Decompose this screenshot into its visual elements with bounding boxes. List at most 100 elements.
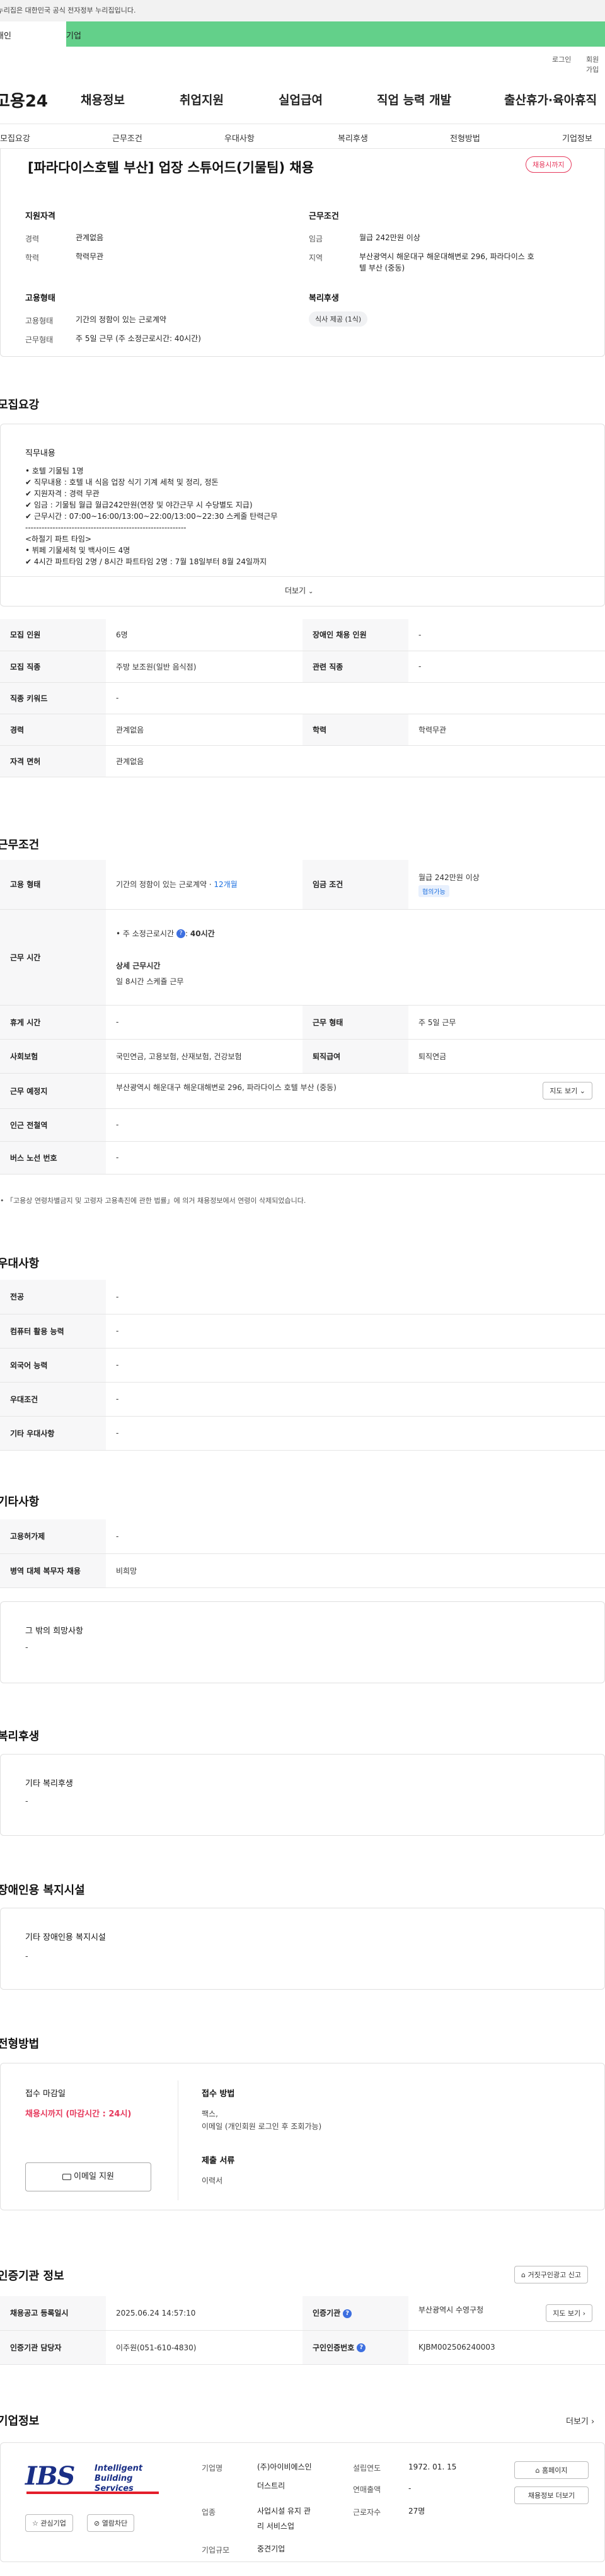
mail-icon (62, 2173, 72, 2180)
method-value-2: 이메일 (개인회원 로그인 후 조회가능) (202, 2122, 322, 2131)
gov-notice: 이 누리집은 대한민국 공식 전자정부 누리집입니다. (0, 6, 136, 15)
job-desc-line: ----------------------------------------… (25, 523, 187, 532)
divider (1, 576, 604, 577)
star-icon: ☆ (32, 2519, 38, 2527)
region-value-line1: 부산광역시 해운대구 해운대해변로 296, 파라다이스 호 (359, 252, 534, 261)
block-view-button[interactable]: ⊘ 열람차단 (87, 2514, 135, 2532)
job-desc-title: 직무내용 (25, 449, 55, 458)
employment-type-value: 기간의 정함이 있는 근로계약 (76, 315, 166, 324)
top-tabs: 개인 기업 (0, 21, 605, 47)
welfare-box-value: - (25, 1797, 28, 1806)
homepage-button[interactable]: ⌂ 홈페이지 (514, 2461, 589, 2479)
company-size-label: 기업규모 (202, 2546, 230, 2555)
welfare-section-heading: 복리후생 (0, 1730, 40, 1743)
company-name-line1: (주)아이비에스인 (257, 2463, 312, 2471)
work-form-label: 근무형태 (25, 335, 54, 344)
agency-map-button[interactable]: 지도 보기 › (546, 2304, 592, 2322)
help-icon[interactable]: ? (343, 2309, 352, 2318)
other-heading: 기타사항 (0, 1495, 40, 1509)
staff-value: 27명 (408, 2507, 425, 2515)
recruit-table: 모집 인원 6명 장애인 채용 인원 - 모집 직종 주방 보조원(일반 음식점) 관련 … (0, 619, 605, 777)
gnb-item-training[interactable]: 직업 능력 개발 (377, 91, 451, 108)
table-row: 근무 예정지 부산광역시 해운대구 해운대해변로 296, 파라다이스 호텔 부… (0, 1073, 605, 1109)
selection-heading: 전형방법 (0, 2038, 40, 2051)
gnb-item-jobs[interactable]: 채용정보 (81, 91, 125, 108)
table-row: 직종 키워드 - (0, 682, 605, 714)
global-nav: 고용24 채용정보 취업지원 실업급여 직업 능력 개발 출산휴가·육아휴직 (0, 82, 605, 115)
other-box (0, 1601, 605, 1683)
subnav-conditions[interactable]: 근무조건 (112, 132, 142, 144)
email-apply-button[interactable]: 이메일 지원 (25, 2162, 151, 2191)
help-icon[interactable]: ? (176, 929, 186, 938)
subnav-company[interactable]: 기업정보 (562, 132, 592, 144)
job-desc-line: • 뷔페 기물세척 및 백사이드 4명 (25, 546, 130, 555)
employment-heading: 고용형태 (25, 294, 55, 303)
subnav-preference[interactable]: 우대사항 (224, 132, 255, 144)
help-icon[interactable]: ? (357, 2343, 366, 2352)
table-row: 인증기관 담당자 이주원(051-610-4830) 구인인증번호? KJBM0025… (0, 2330, 605, 2365)
site-logo[interactable]: 고용24 (0, 88, 48, 112)
table-row: 사회보험 국민연금, 고용보험, 산재보험, 건강보험 퇴직급여 퇴직연금 (0, 1039, 605, 1074)
table-row: 외국어 능력 - (0, 1348, 605, 1383)
home-icon: ⌂ (521, 2271, 526, 2279)
gnb-item-unemployment[interactable]: 실업급여 (279, 91, 323, 108)
company-size-value: 중견기업 (257, 2544, 285, 2553)
disabled-heading: 장애인용 복지시설 (0, 1884, 85, 1897)
gnb-item-leave[interactable]: 출산휴가·육아휴직 (504, 91, 597, 108)
deadline-value: 채용시까지 (마감시간 : 24시) (25, 2109, 132, 2119)
map-button[interactable]: 지도 보기 ⌄ (543, 1082, 592, 1099)
table-row: 컴퓨터 활용 능력 - (0, 1314, 605, 1349)
job-title: [파라다이스호텔 부산] 업장 스튜어드(기물팀) 채용 (28, 160, 314, 175)
other-box-value: - (25, 1643, 28, 1652)
welfare-heading: 복리후생 (309, 294, 339, 303)
join-link[interactable]: 회원가입 (586, 54, 605, 74)
company-jobs-button[interactable]: 채용정보 더보기 (514, 2486, 589, 2504)
docs-title: 제출 서류 (202, 2156, 235, 2166)
method-title: 접수 방법 (202, 2089, 235, 2099)
table-row: 병역 대체 복무자 채용 비희망 (0, 1553, 605, 1588)
industry-line2: 리 서비스업 (257, 2522, 295, 2531)
tab-enterprise[interactable]: 기업 (66, 21, 605, 47)
education-label: 학력 (25, 253, 40, 262)
welfare-box-title: 기타 복리후생 (25, 1779, 73, 1789)
job-desc-line: ✔ 지원자격 : 경력 무관 (25, 489, 100, 498)
education-value: 학력무관 (76, 252, 104, 261)
established-label: 설립연도 (353, 2464, 381, 2473)
subnav-recruit[interactable]: 모집요강 (0, 132, 30, 144)
recruit-heading: 모집요강 (0, 398, 40, 412)
job-desc-line: ✔ 4시간 파트타임 2명 / 8시간 파트타임 2명 : 7월 18일부터 8… (25, 557, 267, 566)
table-row: 기타 우대사항 - (0, 1416, 605, 1451)
region-label: 지역 (309, 253, 323, 262)
qualification-heading: 지원자격 (25, 212, 55, 221)
negotiable-chip: 협의가능 (418, 885, 449, 897)
login-link[interactable]: 로그인 (552, 54, 571, 64)
disabled-box (0, 1908, 605, 1990)
gov-notice-bar: 이 누리집은 대한민국 공식 전자정부 누리집입니다. (0, 0, 605, 21)
company-more-link[interactable]: 더보기 › (566, 2415, 594, 2427)
job-desc-line: ✔ 직무내용 : 호텔 내 식음 업장 식기 기계 세척 및 정리, 정돈 (25, 478, 219, 487)
job-desc-line: <하절기 파트 타임> (25, 535, 92, 543)
age-note: • 「고용상 연령차별금지 및 고령자 고용촉진에 관한 법률」에 의거 채용정… (0, 1197, 306, 1205)
interest-company-button[interactable]: ☆ 관심기업 (25, 2514, 73, 2532)
table-row: 인근 전철역 - (0, 1108, 605, 1142)
disabled-box-value: - (25, 1952, 28, 1961)
subnav-welfare[interactable]: 복리후생 (338, 132, 368, 144)
agency-heading: 인증기관 정보 (0, 2270, 64, 2283)
company-logo: IBS Intelligent Building Services (25, 2461, 170, 2505)
gnb-item-employment-support[interactable]: 취업지원 (180, 91, 224, 108)
subnav-selection[interactable]: 전형방법 (450, 132, 480, 144)
meal-chip: 식사 제공 (1식) (309, 311, 368, 327)
report-fake-ad-button[interactable]: ⌂ 거짓구인광고 신고 (514, 2266, 588, 2283)
conditions-heading: 근무조건 (309, 212, 339, 221)
job-desc-line: ✔ 임금 : 기물팀 월급 월급242만원(연장 및 야간근무 시 수당별도 지… (25, 501, 253, 509)
home-icon: ⌂ (535, 2466, 540, 2474)
wage-label: 임금 (309, 235, 323, 243)
career-label: 경력 (25, 235, 40, 243)
more-button[interactable]: 더보기 ⌄ (285, 585, 313, 596)
deadline-title: 접수 마감일 (25, 2089, 66, 2099)
tab-personal[interactable]: 개인 (0, 21, 66, 47)
table-row: 채용공고 등록일시 2025.06.24 14:57:10 인증기관? 부산광역시 수… (0, 2296, 605, 2331)
company-name-line2: 더스트리 (257, 2481, 285, 2490)
deadline-badge: 채용시까지 (526, 156, 572, 173)
job-desc-line: ✔ 근무시간 : 07:00~16:00/13:00~22:00/13:00~2… (25, 512, 278, 521)
